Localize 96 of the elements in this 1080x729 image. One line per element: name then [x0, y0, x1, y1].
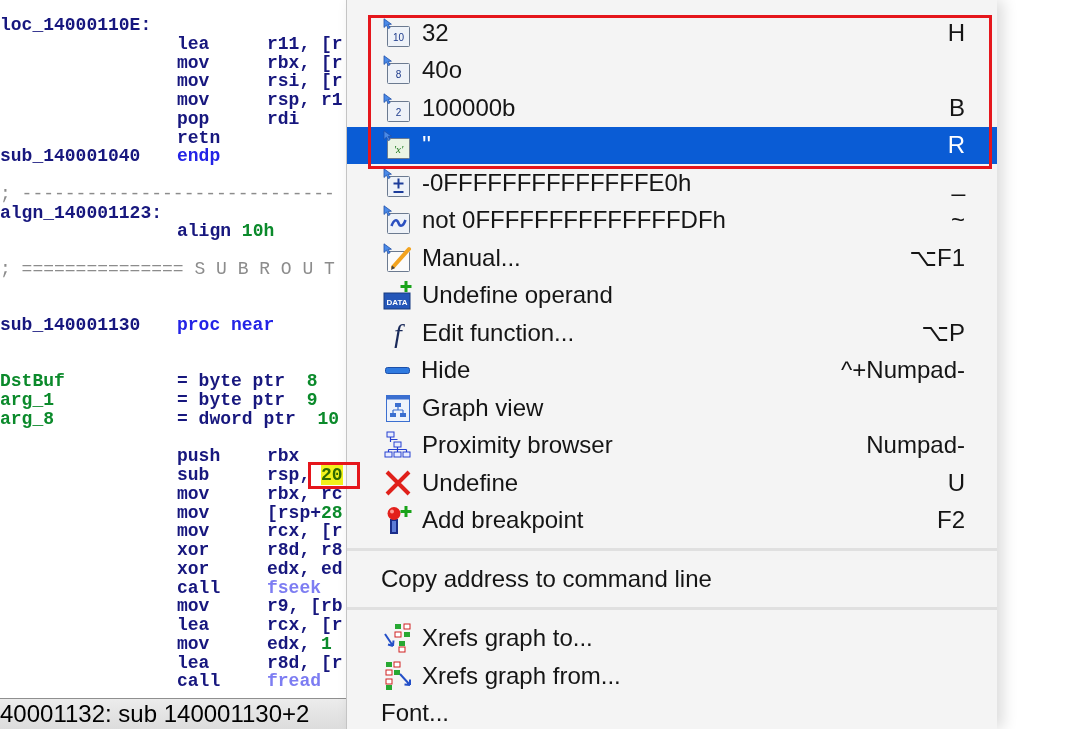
code-label: sub_140001040 [0, 146, 141, 167]
instruction-text: retn [177, 127, 221, 148]
instruction-text: lea [177, 652, 210, 673]
operand-text: rsi, [r [267, 71, 343, 92]
shortcut-text: B [949, 95, 965, 120]
menu-item[interactable]: 2 100000b B [347, 89, 997, 127]
menu-item[interactable]: 'x' '' R [347, 126, 997, 164]
menu-item[interactable]: not 0FFFFFFFFFFFFFFDFh ~ [347, 201, 997, 239]
number-literal: 10h [241, 221, 275, 242]
shortcut-text: ~ [951, 208, 965, 233]
instruction-text: lea [177, 33, 210, 54]
graph-window-icon [383, 392, 413, 423]
shortcut-text: R [947, 133, 965, 158]
menu-item[interactable]: 8 40o [347, 51, 997, 89]
status-bar: 40001132: sub 140001130+2 [0, 698, 346, 729]
instruction-text: xor [177, 558, 210, 579]
instruction-text: mov [177, 483, 210, 504]
directive-keyword: endp [177, 146, 221, 167]
minus-bar-icon [385, 366, 410, 374]
menu-item[interactable]: DATA Undefine operand [347, 276, 997, 314]
number-literal: 28 [321, 502, 343, 523]
menu-item[interactable]: Xrefs graph from... [347, 657, 997, 695]
instruction-text: mov [177, 90, 210, 110]
shortcut-text: F2 [937, 508, 965, 533]
operand-text: rbx, [r [267, 52, 343, 73]
xrefs-from-icon [383, 660, 413, 691]
function-name: fread [267, 671, 321, 692]
tilde-icon [383, 205, 413, 236]
shortcut-text: ⌥P [921, 320, 965, 345]
operand-text: rdi [267, 108, 300, 129]
operand-text: r11, [r [267, 33, 343, 54]
variable-name: DstBuf [0, 371, 65, 392]
menu-item[interactable]: -0FFFFFFFFFFFFFFE0h _ [347, 164, 997, 202]
operand-text: [rsp+ [267, 502, 321, 523]
menu-item[interactable]: Manual... ⌥F1 [347, 239, 997, 277]
operand-text: rbx [267, 446, 300, 467]
shortcut-text: Numpad- [866, 433, 965, 458]
operand-text: r9, [rb [267, 596, 343, 617]
operand-text: edx, ed [267, 558, 343, 579]
menu-item[interactable]: Graph view [347, 389, 997, 427]
shortcut-text: ^+Numpad- [841, 358, 965, 383]
instruction-text: = byte ptr [177, 390, 286, 410]
variable-name: arg_1 [0, 390, 54, 410]
instruction-text: call [177, 577, 221, 598]
instruction-text: mov [177, 52, 210, 73]
shortcut-text: _ [951, 170, 965, 195]
instruction-text: push [177, 446, 221, 467]
operand-text: r8d, r8 [267, 540, 343, 560]
menu-item[interactable]: Proximity browser Numpad- [347, 426, 997, 464]
pencil-icon [383, 242, 413, 273]
operand-text: rcx, [r [267, 615, 343, 635]
directive-keyword: proc near [177, 315, 275, 335]
operand-text: rcx, [r [267, 521, 343, 542]
highlighted-number: 20 [321, 465, 343, 485]
operand-text: edx, [267, 633, 311, 654]
instruction-text: sub [177, 465, 210, 485]
code-label: sub_140001130 [0, 315, 141, 335]
operand-text: r8d, [r [267, 652, 343, 673]
instruction-text: xor [177, 540, 210, 560]
shortcut-text: U [947, 470, 965, 495]
shortcut-text: H [947, 20, 965, 45]
code-label: loc_14000110E: [0, 15, 152, 35]
instruction-text: mov [177, 596, 210, 617]
menu-item[interactable]: Add breakpoint F2 [347, 501, 997, 539]
instruction-text: lea [177, 615, 210, 635]
instruction-text: align [177, 221, 231, 242]
variable-name: arg_8 [0, 408, 54, 429]
plus-minus-icon [383, 167, 413, 198]
xrefs-to-icon [383, 623, 413, 654]
number-literal: 8 [306, 371, 318, 392]
number-literal: 10 [317, 408, 340, 429]
operand-text: rsp, [267, 465, 311, 485]
menu-item[interactable]: Xrefs graph to... [347, 619, 997, 657]
shortcut-text: ⌥F1 [909, 245, 965, 270]
instruction-text: mov [177, 502, 210, 523]
instruction-text: = byte ptr [177, 371, 286, 392]
operand-text: rbx, rc [267, 483, 343, 504]
menu-item[interactable]: Undefine U [347, 464, 997, 502]
menu-item[interactable]: Font... [347, 694, 997, 729]
instruction-text: mov [177, 521, 210, 542]
menu-item[interactable]: Copy address to command line [347, 560, 997, 598]
instruction-text: mov [177, 633, 210, 654]
instruction-text: call [177, 671, 221, 692]
operand-text: rsp, r1 [267, 90, 343, 110]
tree-diagram-icon [383, 430, 413, 461]
function-name: fseek [267, 577, 321, 598]
instruction-text: mov [177, 71, 210, 92]
number-literal: 9 [306, 390, 318, 410]
instruction-text: = dword ptr [177, 408, 296, 429]
menu-item[interactable]: 10 32 H [347, 14, 997, 52]
menu-item[interactable]: Hide ^+Numpad- [347, 351, 997, 389]
number-literal: 1 [321, 633, 332, 654]
comment-text: ; ----------------------------- [0, 183, 335, 204]
instruction-text: pop [177, 108, 210, 129]
comment-text: ; =============== S U B R O U T [0, 258, 335, 279]
code-label: algn_140001123: [0, 202, 163, 223]
